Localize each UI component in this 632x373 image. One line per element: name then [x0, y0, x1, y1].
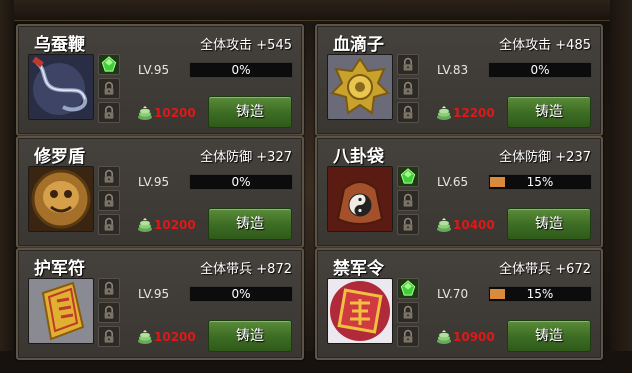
item-name: 血滴子	[333, 35, 384, 55]
item-name: 乌蚕鞭	[34, 35, 85, 55]
forge-button[interactable]: 铸造	[208, 320, 292, 352]
gem-slots	[397, 166, 419, 238]
progress-bar: 0%	[189, 174, 293, 190]
forge-cost: 10200	[154, 106, 196, 120]
silver-icon	[436, 105, 452, 121]
item-stat: 全体防御 +327	[200, 150, 292, 165]
forge-cost: 10200	[154, 330, 196, 344]
progress-text: 15%	[526, 287, 554, 301]
item-level: LV.95	[138, 287, 170, 301]
item-stat: 全体攻击 +485	[499, 38, 591, 53]
window-frame-top	[0, 0, 632, 21]
item-level: LV.83	[437, 63, 469, 77]
progress-bar: 0%	[189, 62, 293, 78]
window-frame-left	[0, 0, 14, 373]
silver-icon	[436, 329, 452, 345]
forge-cost: 12200	[453, 106, 495, 120]
item-name: 修罗盾	[34, 147, 85, 167]
progress-text: 0%	[530, 63, 550, 77]
equipment-card-token: 禁军令 全体带兵 +672 LV.70 15% 10900 铸造	[315, 248, 603, 360]
equipment-card-whip: 乌蚕鞭 全体攻击 +545 LV.95 0% 10200 铸造	[16, 24, 304, 136]
forge-button[interactable]: 铸造	[208, 96, 292, 128]
progress-bar: 0%	[488, 62, 592, 78]
progress-text: 0%	[231, 287, 251, 301]
progress-text: 15%	[526, 175, 554, 189]
item-stat: 全体攻击 +545	[200, 38, 292, 53]
silver-icon	[137, 329, 153, 345]
lock-icon	[98, 214, 120, 235]
progress-text: 0%	[231, 175, 251, 189]
xuedizi-icon[interactable]	[327, 54, 393, 120]
gem-icon[interactable]	[397, 278, 419, 299]
lock-icon	[98, 326, 120, 347]
whip-icon[interactable]	[28, 54, 94, 120]
gem-slots	[98, 54, 120, 126]
silver-icon	[436, 217, 452, 233]
forge-button[interactable]: 铸造	[507, 208, 591, 240]
forge-cost: 10200	[154, 218, 196, 232]
forge-button[interactable]: 铸造	[208, 208, 292, 240]
gem-icon[interactable]	[98, 54, 120, 75]
item-stat: 全体带兵 +672	[499, 262, 591, 277]
lock-icon	[98, 278, 120, 299]
item-level: LV.65	[437, 175, 469, 189]
token-icon[interactable]	[327, 278, 393, 344]
lock-icon	[98, 190, 120, 211]
item-name: 禁军令	[333, 259, 384, 279]
lock-icon	[98, 78, 120, 99]
item-name: 护军符	[34, 259, 85, 279]
lock-icon	[98, 102, 120, 123]
progress-bar: 15%	[488, 174, 592, 190]
forge-button[interactable]: 铸造	[507, 96, 591, 128]
gem-slots	[98, 166, 120, 238]
lock-icon	[397, 78, 419, 99]
lock-icon	[397, 190, 419, 211]
forge-cost: 10400	[453, 218, 495, 232]
lock-icon	[397, 214, 419, 235]
shield-icon[interactable]	[28, 166, 94, 232]
item-stat: 全体防御 +237	[499, 150, 591, 165]
bagua-bag-icon[interactable]	[327, 166, 393, 232]
lock-icon	[397, 102, 419, 123]
equipment-card-xuedizi: 血滴子 全体攻击 +485 LV.83 0% 12200 铸造	[315, 24, 603, 136]
gem-icon[interactable]	[397, 166, 419, 187]
item-level: LV.95	[138, 63, 170, 77]
talisman-icon[interactable]	[28, 278, 94, 344]
equipment-card-talisman: 护军符 全体带兵 +872 LV.95 0% 10200 铸造	[16, 248, 304, 360]
item-level: LV.95	[138, 175, 170, 189]
progress-bar: 0%	[189, 286, 293, 302]
silver-icon	[137, 217, 153, 233]
equipment-card-bagua-bag: 八卦袋 全体防御 +237 LV.65 15% 10400 铸造	[315, 136, 603, 248]
window-frame-right	[610, 0, 632, 373]
progress-text: 0%	[231, 63, 251, 77]
equipment-card-shield: 修罗盾 全体防御 +327 LV.95 0% 10200 铸造	[16, 136, 304, 248]
lock-icon	[98, 166, 120, 187]
progress-bar: 15%	[488, 286, 592, 302]
lock-icon	[98, 302, 120, 323]
item-stat: 全体带兵 +872	[200, 262, 292, 277]
gem-slots	[397, 278, 419, 350]
item-level: LV.70	[437, 287, 469, 301]
forge-button[interactable]: 铸造	[507, 320, 591, 352]
item-name: 八卦袋	[333, 147, 384, 167]
lock-icon	[397, 302, 419, 323]
gem-slots	[397, 54, 419, 126]
gem-slots	[98, 278, 120, 350]
lock-icon	[397, 54, 419, 75]
silver-icon	[137, 105, 153, 121]
lock-icon	[397, 326, 419, 347]
forge-cost: 10900	[453, 330, 495, 344]
